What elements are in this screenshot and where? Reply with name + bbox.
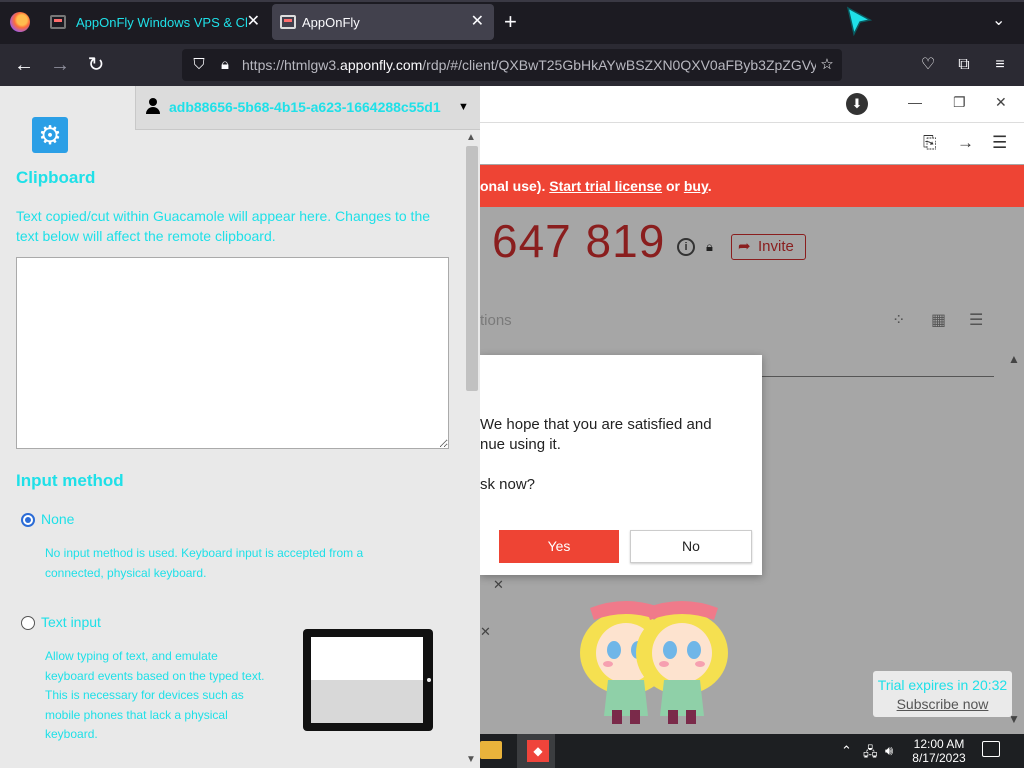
forward-icon[interactable]: →	[47, 52, 73, 78]
username: adb88656-5b68-4b15-a623-1664288c55d1	[169, 99, 441, 115]
extensions-icon[interactable]: ⧉	[951, 52, 977, 78]
user-menu[interactable]: adb88656-5b68-4b15-a623-1664288c55d1 ▼	[135, 86, 480, 130]
close-icon[interactable]: ✕	[493, 577, 504, 593]
lock-icon[interactable]: 🔒︎	[216, 56, 234, 74]
guacamole-menu: adb88656-5b68-4b15-a623-1664288c55d1 ▼ ⚙…	[0, 86, 480, 768]
dialog-text: nue using it.	[480, 436, 561, 453]
clipboard-title: Clipboard	[16, 168, 96, 187]
clipboard-textarea[interactable]	[16, 257, 449, 449]
browser-nav-bar: ← → ↻ ⛉ 🔒︎ https://htmlgw3.apponfly.com/…	[0, 44, 1024, 86]
subscribe-link[interactable]: Subscribe now	[873, 696, 1012, 712]
no-button[interactable]: No	[630, 530, 752, 563]
list-all-tabs-icon[interactable]: ⌄	[992, 10, 1005, 30]
gear-icon: ⚙	[32, 117, 68, 153]
tab-label-partial[interactable]: tions	[480, 312, 512, 329]
radio-label-none[interactable]: None	[41, 511, 74, 527]
remote-desktop[interactable]: ⬇ — ❐ ✕ ⎘ → ☰ onal use). Start trial lic…	[480, 86, 1024, 768]
scroll-down-icon[interactable]: ▼	[466, 754, 476, 765]
scroll-up-icon[interactable]: ▲	[466, 132, 476, 143]
survey-dialog: We hope that you are satisfied and nue u…	[480, 355, 762, 575]
caret-down-icon: ▼	[458, 101, 469, 113]
license-banner: onal use). Start trial license or buy.	[480, 165, 1024, 207]
lock-icon[interactable]: 🔒︎	[706, 239, 720, 255]
sidebar-scrollbar-thumb[interactable]	[466, 146, 478, 391]
cursor-arrow-icon	[846, 6, 872, 36]
app-toolbar: ⎘ → ☰	[480, 122, 1024, 164]
dialog-text: We hope that you are satisfied and	[480, 416, 712, 433]
file-explorer-icon[interactable]	[480, 741, 502, 759]
tab-title: AppOnFly Windows VPS & Clo	[76, 14, 248, 30]
anydesk-taskbar-button[interactable]: ◆	[517, 734, 555, 768]
browser-tab-bar: AppOnFly Windows VPS & Clo ✕ AppOnFly ✕ …	[0, 0, 1024, 44]
info-icon[interactable]: i	[677, 238, 695, 256]
tab-apponfly[interactable]: AppOnFly ✕	[272, 4, 494, 40]
input-method-title: Input method	[16, 471, 124, 490]
close-icon[interactable]: ✕	[995, 94, 1007, 111]
tab-favicon-icon	[280, 15, 296, 29]
none-description: No input method is used. Keyboard input …	[45, 546, 364, 580]
url-bar[interactable]: ⛉ 🔒︎ https://htmlgw3.apponfly.com/rdp/#/…	[182, 49, 842, 81]
start-trial-link[interactable]: Start trial license	[549, 178, 662, 194]
dialog-question: sk now?	[480, 476, 536, 493]
windows-taskbar: ◆ ⌃ 🖧︎ 🔊︎ 12:00 AM 8/17/2023	[480, 734, 1024, 768]
trial-countdown: Trial expires in 20:32	[877, 677, 1008, 693]
remote-window-titlebar: ⬇ — ❐ ✕	[480, 86, 1024, 122]
tab-favicon-icon	[50, 15, 66, 29]
shield-icon[interactable]: ⛉	[190, 56, 208, 74]
minimize-icon[interactable]: —	[908, 94, 922, 110]
back-icon[interactable]: ←	[11, 52, 37, 78]
tab-apponfly-vps[interactable]: AppOnFly Windows VPS & Clo ✕	[42, 4, 270, 40]
bookmark-star-icon[interactable]: ☆	[818, 56, 836, 74]
close-icon[interactable]: ✕	[471, 12, 484, 32]
download-icon[interactable]: ⬇	[846, 93, 868, 115]
reload-icon[interactable]: ↻	[83, 52, 109, 78]
taskbar-clock[interactable]: 12:00 AM 8/17/2023	[904, 737, 974, 765]
trial-notice: Trial expires in 20:32 Subscribe now	[873, 671, 1012, 717]
invite-button[interactable]: Invite	[731, 234, 806, 260]
user-icon	[146, 98, 160, 114]
url-text[interactable]: https://htmlgw3.apponfly.com/rdp/#/clien…	[242, 57, 816, 73]
tab-title: AppOnFly	[302, 14, 360, 30]
radio-none[interactable]	[21, 513, 35, 527]
network-icon[interactable]: 🖧︎	[863, 743, 878, 765]
yes-button[interactable]: Yes	[499, 530, 619, 563]
text-input-description: Allow typing of text, and emulate keyboa…	[45, 649, 265, 741]
grid-view-icon[interactable]: ▦	[931, 310, 949, 329]
close-icon[interactable]: ✕	[480, 624, 491, 640]
hamburger-menu-icon[interactable]: ☰	[992, 133, 1007, 153]
volume-icon[interactable]: 🔊︎	[885, 743, 893, 759]
clipboard-description: Text copied/cut within Guacamole will ap…	[16, 208, 431, 244]
restore-icon[interactable]: ❐	[953, 94, 966, 111]
chevron-up-icon[interactable]: ⌃	[841, 743, 852, 759]
notification-icon[interactable]	[982, 741, 1000, 757]
tile-view-icon[interactable]: ⁘	[892, 310, 910, 329]
close-icon[interactable]: ✕	[247, 12, 260, 32]
scroll-up-icon[interactable]: ▲	[1008, 352, 1020, 366]
new-tab-button[interactable]: +	[504, 8, 517, 36]
radio-label-text-input[interactable]: Text input	[41, 614, 101, 630]
menu-icon[interactable]: ≡	[987, 52, 1013, 78]
tablet-keyboard-icon	[303, 629, 433, 731]
firefox-logo-icon[interactable]	[10, 12, 30, 32]
radio-text-input[interactable]	[21, 616, 35, 630]
pocket-icon[interactable]: ♡	[915, 52, 941, 78]
arrow-right-icon[interactable]: →	[957, 133, 974, 153]
anydesk-id: 647 819	[492, 215, 666, 267]
list-view-icon[interactable]: ☰	[969, 310, 987, 329]
anydesk-icon: ◆	[527, 740, 549, 762]
guac-header: adb88656-5b68-4b15-a623-1664288c55d1 ▼	[0, 86, 480, 130]
cartoon-character-image	[580, 601, 728, 724]
file-transfer-icon[interactable]: ⎘	[923, 133, 937, 153]
buy-link[interactable]: buy	[684, 178, 708, 194]
